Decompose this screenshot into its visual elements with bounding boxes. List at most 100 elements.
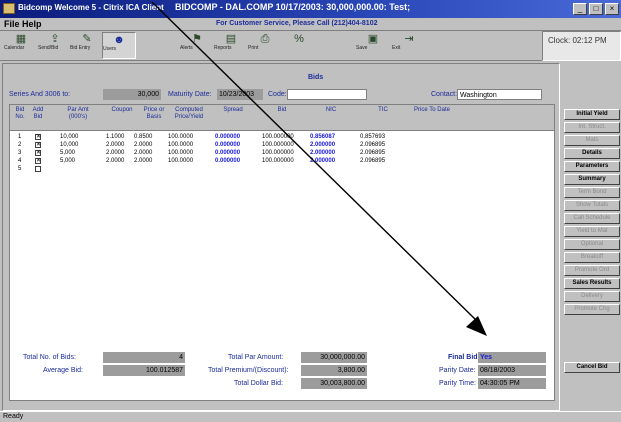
action-button-4[interactable]: Parameters bbox=[564, 161, 620, 172]
cell-price[interactable]: 2.0000 bbox=[134, 157, 152, 165]
table-row[interactable]: 2 ✕ 10,000 2.0000 2.0000 100.0000 0.000000 100.… bbox=[10, 141, 554, 149]
column-header[interactable]: Bid No. bbox=[12, 107, 28, 121]
toolbar-button-5[interactable]: ⚑ Alerts bbox=[180, 32, 214, 59]
toolbar-button-9[interactable] bbox=[316, 32, 350, 59]
action-button-1[interactable]: Int. Struct. bbox=[564, 122, 620, 133]
toolbar-button-2[interactable]: ✎ Bid Entry bbox=[70, 32, 104, 59]
toolbar-button-1[interactable]: ⇪ Send/Bid bbox=[38, 32, 72, 59]
cell-spread[interactable]: 0.000000 bbox=[215, 133, 240, 141]
toolbar-button-8[interactable]: % bbox=[282, 32, 316, 59]
maturity-field[interactable]: 10/23/2003 bbox=[217, 89, 263, 100]
cell-computed[interactable]: 100.0000 bbox=[168, 133, 193, 141]
action-button-5[interactable]: Summary bbox=[564, 174, 620, 185]
cell-computed[interactable]: 100.0000 bbox=[168, 149, 193, 157]
cell-nic[interactable]: 0.856087 bbox=[310, 133, 335, 141]
cell-bid[interactable]: 100.000000 bbox=[262, 141, 294, 149]
contact-field[interactable]: Washington bbox=[457, 89, 542, 100]
action-button-0[interactable]: Initial Yield bbox=[564, 109, 620, 120]
action-button-6[interactable]: Term Bond bbox=[564, 187, 620, 198]
table-row[interactable]: 4 ✕ 5,000 2.0000 2.0000 100.0000 0.000000 100.0… bbox=[10, 157, 554, 165]
cell-nic[interactable]: 2.000000 bbox=[310, 149, 335, 157]
action-button-10[interactable]: Optional bbox=[564, 239, 620, 250]
cell-bid[interactable]: 100.000000 bbox=[262, 133, 294, 141]
add-bid-checkbox[interactable] bbox=[35, 166, 41, 172]
cell-par[interactable]: 10,000 bbox=[60, 141, 78, 149]
cell-bid[interactable]: 100.000000 bbox=[262, 149, 294, 157]
column-header[interactable]: Price To Date bbox=[410, 107, 454, 114]
cell-computed[interactable]: 100.0000 bbox=[168, 157, 193, 165]
toolbar-button-0[interactable]: ▦ Calendar bbox=[4, 32, 38, 59]
cell-coupon[interactable]: 2.0000 bbox=[106, 149, 124, 157]
action-button-7[interactable]: Show Totals bbox=[564, 200, 620, 211]
toolbar-button-4[interactable] bbox=[136, 32, 170, 59]
cell-coupon[interactable]: 2.0000 bbox=[106, 141, 124, 149]
toolbar-button-10[interactable]: ▣ Save bbox=[356, 32, 390, 59]
series-field[interactable]: 30,000 bbox=[103, 89, 161, 100]
cell-nic[interactable]: 2.000000 bbox=[310, 157, 335, 165]
cell-computed[interactable]: 100.0000 bbox=[168, 141, 193, 149]
cell-coupon[interactable]: 1.1000 bbox=[106, 133, 124, 141]
cell-tic[interactable]: 2.096895 bbox=[360, 157, 385, 165]
column-header[interactable]: Coupon bbox=[108, 107, 136, 114]
column-header[interactable]: Price or Basis bbox=[140, 107, 168, 121]
cancel-bid-button[interactable]: Cancel Bid bbox=[564, 362, 620, 373]
toolbar-button-7[interactable]: ⎙ Print bbox=[248, 32, 282, 59]
bid-number: 5 bbox=[18, 166, 22, 172]
close-button[interactable]: × bbox=[605, 3, 619, 15]
cell-tic[interactable]: 2.096895 bbox=[360, 149, 385, 157]
column-header[interactable]: NIC bbox=[310, 107, 352, 114]
cell-par[interactable]: 5,000 bbox=[60, 157, 75, 165]
action-button-8[interactable]: Call Schedule bbox=[564, 213, 620, 224]
cell-tic[interactable]: 0.857693 bbox=[360, 133, 385, 141]
maximize-button[interactable]: □ bbox=[589, 3, 603, 15]
alerts-icon: ⚑ bbox=[192, 33, 202, 45]
premium-label: Total Premium/(Discount): bbox=[208, 367, 289, 374]
cell-price[interactable]: 2.0000 bbox=[134, 149, 152, 157]
toolbar-button-11[interactable]: ⇥ Exit bbox=[392, 32, 426, 59]
action-button-14[interactable]: Delivery bbox=[564, 291, 620, 302]
column-header[interactable]: Spread bbox=[213, 107, 253, 114]
add-bid-checkbox[interactable]: ✕ bbox=[35, 134, 41, 140]
column-header[interactable]: Add Bid bbox=[30, 107, 46, 121]
status-bar: Ready bbox=[0, 411, 621, 422]
action-button-13[interactable]: Sales Results bbox=[564, 278, 620, 289]
code-field[interactable] bbox=[287, 89, 367, 100]
cell-nic[interactable]: 2.000000 bbox=[310, 141, 335, 149]
toolbar-button-6[interactable]: ▤ Reports bbox=[214, 32, 248, 59]
cell-price[interactable]: 2.0000 bbox=[134, 141, 152, 149]
action-button-3[interactable]: Details bbox=[564, 148, 620, 159]
column-header[interactable]: TIC bbox=[362, 107, 404, 114]
action-button-12[interactable]: Promote Ord bbox=[564, 265, 620, 276]
menu-help[interactable]: Help bbox=[22, 19, 42, 29]
add-bid-checkbox[interactable]: ✕ bbox=[35, 150, 41, 156]
cell-spread[interactable]: 0.000000 bbox=[215, 149, 240, 157]
window-title: BIDCOMP - DAL.COMP 10/17/2003: 30,000,00… bbox=[175, 2, 411, 12]
cell-spread[interactable]: 0.000000 bbox=[215, 141, 240, 149]
reports-icon: ▤ bbox=[225, 33, 237, 45]
cell-coupon[interactable]: 2.0000 bbox=[106, 157, 124, 165]
table-row[interactable]: 5 bbox=[10, 165, 554, 173]
action-button-9[interactable]: Yield to Mat bbox=[564, 226, 620, 237]
add-bid-checkbox[interactable]: ✕ bbox=[35, 158, 41, 164]
cell-price[interactable]: 0.8500 bbox=[134, 133, 152, 141]
table-row[interactable]: 3 ✕ 5,000 2.0000 2.0000 100.0000 0.000000 100.0… bbox=[10, 149, 554, 157]
action-button-11[interactable]: Breakoff bbox=[564, 252, 620, 263]
cell-bid[interactable]: 100.000000 bbox=[262, 157, 294, 165]
menu-file[interactable]: File bbox=[4, 19, 20, 29]
add-bid-checkbox[interactable]: ✕ bbox=[35, 142, 41, 148]
toolbar-button-3[interactable]: ☻ Users bbox=[102, 32, 136, 59]
action-button-2[interactable]: Mats bbox=[564, 135, 620, 146]
table-row[interactable]: 1 ✕ 10,000 1.1000 0.8500 100.0000 0.000000 100.… bbox=[10, 133, 554, 141]
minimize-button[interactable]: _ bbox=[573, 3, 587, 15]
dollar-bid-field: 30,003,800.00 bbox=[301, 378, 367, 389]
grid-header: Bid No. Add Bid Par Amt (000's) Coupon Price… bbox=[10, 105, 554, 131]
app-window-title: Bidcomp Welcome 5 - Citrix ICA Client bbox=[18, 3, 164, 12]
cell-par[interactable]: 10,000 bbox=[60, 133, 78, 141]
column-header[interactable]: Par Amt (000's) bbox=[58, 107, 98, 121]
column-header[interactable]: Computed Price/Yield bbox=[170, 107, 208, 121]
column-header[interactable]: Bid bbox=[260, 107, 304, 114]
action-button-15[interactable]: Promote Chg bbox=[564, 304, 620, 315]
cell-tic[interactable]: 2.096895 bbox=[360, 141, 385, 149]
cell-par[interactable]: 5,000 bbox=[60, 149, 75, 157]
cell-spread[interactable]: 0.000000 bbox=[215, 157, 240, 165]
